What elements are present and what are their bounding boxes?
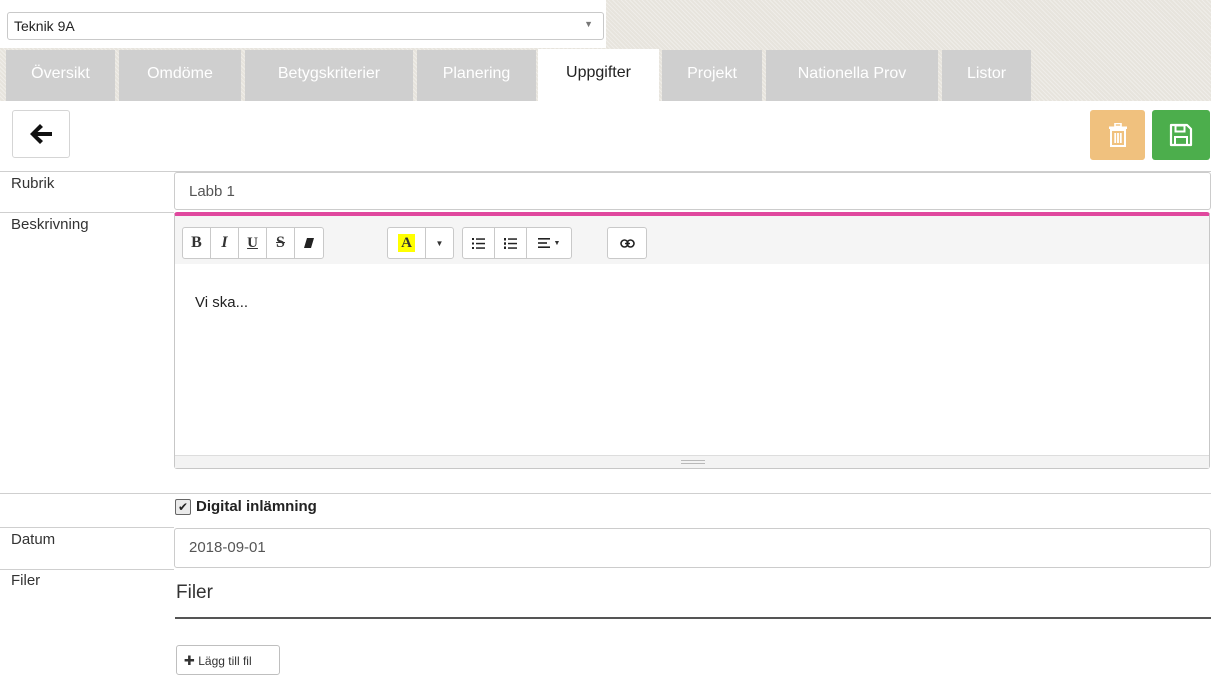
plus-icon: ✚ [184, 653, 195, 668]
chevron-down-icon: ▼ [584, 19, 593, 29]
save-button[interactable] [1152, 110, 1210, 160]
filer-label: Filer [11, 572, 41, 589]
tab-planering[interactable]: Planering [417, 50, 536, 101]
tab-listor[interactable]: Listor [942, 50, 1031, 101]
digital-submission-label: Digital inlämning [196, 498, 317, 515]
paragraph-group: ▼ [462, 227, 572, 259]
font-color-button[interactable]: A [388, 228, 426, 258]
caret-down-icon: ▼ [553, 239, 561, 247]
color-dropdown-button[interactable]: ▼ [426, 228, 453, 258]
caret-down-icon: ▼ [435, 238, 444, 248]
color-group: A ▼ [387, 227, 454, 259]
digital-submission-checkbox[interactable]: ✔ [175, 498, 191, 515]
back-button[interactable] [12, 110, 70, 158]
arrow-left-icon [30, 124, 52, 144]
rubrik-input[interactable]: Labb 1 [174, 172, 1211, 210]
digital-submission-row: ✔ Digital inlämning [175, 498, 317, 515]
checkmark-icon: ✔ [177, 499, 189, 514]
beskrivning-label: Beskrivning [11, 216, 89, 233]
editor-toolbar: B I U S A ▼ ▼ [175, 216, 1209, 264]
eraser-button[interactable] [295, 228, 323, 258]
tab-betygskriterier[interactable]: Betygskriterier [245, 50, 413, 101]
course-select[interactable]: Teknik 9A ▼ [7, 12, 604, 40]
tab-uppgifter[interactable]: Uppgifter [538, 49, 659, 101]
insert-group [607, 227, 647, 259]
italic-button[interactable]: I [211, 228, 239, 258]
divider [0, 212, 174, 213]
floppy-disk-icon [1169, 123, 1193, 147]
list-ul-icon [472, 237, 485, 249]
strikethrough-button[interactable]: S [267, 228, 295, 258]
unordered-list-button[interactable] [463, 228, 495, 258]
datum-label: Datum [11, 531, 56, 548]
add-file-button[interactable]: ✚ Lägg till fil [176, 645, 280, 675]
bold-button[interactable]: B [183, 228, 211, 258]
tab-omdome[interactable]: Omdöme [119, 50, 241, 101]
delete-button[interactable] [1090, 110, 1145, 160]
divider [0, 569, 174, 570]
divider [0, 527, 174, 528]
files-heading: Filer [176, 582, 213, 603]
tab-oversikt[interactable]: Översikt [6, 50, 115, 101]
font-style-group: B I U S [182, 227, 324, 259]
rubrik-label: Rubrik [11, 175, 55, 192]
ordered-list-button[interactable] [495, 228, 527, 258]
link-button[interactable] [608, 228, 646, 258]
rich-text-editor: B I U S A ▼ ▼ Vi ska... [174, 212, 1210, 469]
align-icon [537, 238, 550, 248]
divider [0, 493, 1211, 494]
resize-handle-icon[interactable] [681, 460, 705, 464]
editor-content[interactable]: Vi ska... [175, 264, 1209, 311]
link-icon [619, 238, 635, 248]
files-divider [175, 617, 1211, 619]
align-button[interactable]: ▼ [527, 228, 571, 258]
editor-resize-bar[interactable] [175, 455, 1209, 468]
eraser-icon [304, 238, 314, 248]
font-color-label: A [398, 234, 415, 252]
datum-input[interactable]: 2018-09-01 [174, 528, 1211, 568]
tab-projekt[interactable]: Projekt [662, 50, 762, 101]
tab-nationella-prov[interactable]: Nationella Prov [766, 50, 938, 101]
underline-button[interactable]: U [239, 228, 267, 258]
course-select-value: Teknik 9A [14, 18, 75, 34]
trash-icon [1108, 123, 1127, 147]
list-ol-icon [504, 237, 517, 249]
add-file-label: Lägg till fil [198, 654, 252, 668]
